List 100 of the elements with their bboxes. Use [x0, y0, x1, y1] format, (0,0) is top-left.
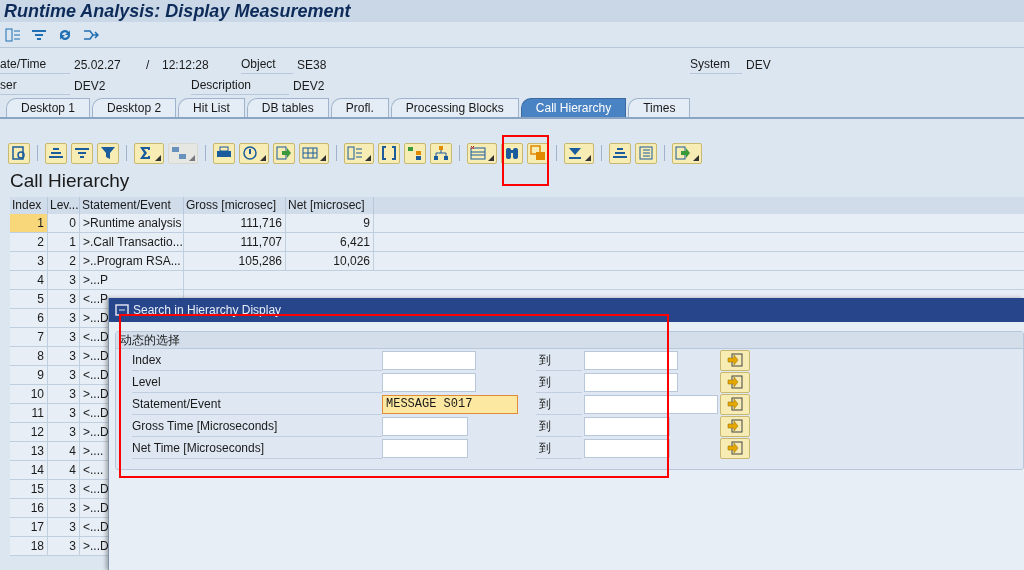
field-value: 25.02.27: [74, 56, 122, 74]
toolbar-button[interactable]: [8, 142, 30, 164]
caret-icon: [693, 154, 699, 161]
caret-icon: [365, 154, 371, 161]
multiple-selection-button[interactable]: [720, 415, 750, 437]
layout-icon: [5, 26, 21, 43]
multiple-selection-button[interactable]: [720, 371, 750, 393]
table-icon: [470, 145, 486, 161]
dialog-icon: [115, 304, 129, 316]
table-cell: 3: [48, 404, 80, 422]
tab[interactable]: Processing Blocks: [390, 98, 519, 117]
tab[interactable]: Profl.: [330, 98, 389, 117]
multiple-selection-button[interactable]: [720, 393, 750, 415]
field-value: DEV2: [293, 77, 326, 95]
table-cell: 3: [48, 328, 80, 346]
table-cell: 15: [10, 480, 48, 498]
input-field[interactable]: [382, 350, 476, 370]
arrow-into-page-icon: [727, 441, 743, 455]
toolbar-button[interactable]: [609, 142, 631, 164]
arrow-into-page-icon: [727, 353, 743, 367]
caret-icon: [260, 154, 266, 161]
toolbar-button[interactable]: [71, 142, 93, 164]
table-cell: >..Program RSA...: [80, 252, 184, 270]
multiple-selection-button[interactable]: [720, 349, 750, 371]
field-label: Net Time [Microseconds]: [132, 437, 382, 459]
table-icon: [302, 145, 318, 161]
group-title: 动态的选择: [116, 332, 1023, 349]
table-cell: 10: [10, 385, 48, 403]
field-label: Gross Time [Microseconds]: [132, 415, 382, 437]
table-cell: 3: [48, 309, 80, 327]
table-cell: 13: [10, 442, 48, 460]
toolbar-button[interactable]: [45, 142, 67, 164]
toolbar-button[interactable]: [378, 142, 400, 164]
tab[interactable]: Desktop 2: [92, 98, 177, 117]
toolbar-button[interactable]: [213, 142, 235, 164]
input-field[interactable]: [584, 350, 678, 370]
toolbar-button[interactable]: [672, 142, 702, 164]
multiple-selection-button[interactable]: [720, 437, 750, 459]
input-field[interactable]: [382, 372, 476, 392]
table-cell: 4: [10, 271, 48, 289]
toolbar-button[interactable]: [467, 142, 497, 164]
toolbar-button[interactable]: [134, 142, 164, 164]
input-field[interactable]: [382, 438, 468, 458]
subtotal-icon: [171, 145, 187, 161]
collapse-icon: [567, 145, 583, 161]
table-cell: 3: [48, 499, 80, 517]
table-cell: >...P: [80, 271, 184, 289]
tab[interactable]: DB tables: [246, 98, 329, 117]
caret-icon: [488, 154, 494, 161]
tab[interactable]: Desktop 1: [6, 98, 91, 117]
toolbar-button[interactable]: [299, 142, 329, 164]
tab[interactable]: Hit List: [178, 98, 245, 117]
input-field[interactable]: [584, 372, 678, 392]
arrow-into-page-icon: [675, 145, 691, 161]
toolbar-button[interactable]: [97, 142, 119, 164]
field-label: Statement/Event: [132, 393, 382, 415]
sigma-icon: [137, 145, 153, 161]
table-cell: 12: [10, 423, 48, 441]
toolbar-button[interactable]: [430, 142, 452, 164]
arrow-into-page-icon: [727, 397, 743, 411]
field-value: SE38: [297, 56, 328, 74]
table-cell: 16: [10, 499, 48, 517]
toolbar-button[interactable]: [501, 142, 523, 164]
input-field[interactable]: [584, 438, 670, 458]
field-value: 12:12:28: [162, 56, 210, 74]
table-cell: >.Call Transactio...: [80, 233, 184, 251]
section-title: Call Hierarchy: [9, 169, 131, 193]
input-field[interactable]: [382, 416, 468, 436]
field-label: ser: [0, 76, 70, 95]
list-icon: [638, 145, 654, 161]
toolbar-button[interactable]: [344, 142, 374, 164]
to-label: 到: [536, 437, 582, 459]
table-cell: 9: [10, 366, 48, 384]
table-cell: 3: [48, 385, 80, 403]
toolbar-button[interactable]: [239, 142, 269, 164]
table-cell: 17: [10, 518, 48, 536]
table-cell: 3: [48, 423, 80, 441]
caret-icon: [189, 154, 195, 161]
table-cell: 111,707: [184, 233, 286, 251]
field-value: DEV2: [74, 77, 107, 95]
input-field[interactable]: [584, 416, 670, 436]
table-cell: 0: [48, 214, 80, 232]
table-cell: 3: [48, 290, 80, 308]
input-field[interactable]: MESSAGE S017: [382, 394, 518, 414]
table-cell: 1: [48, 233, 80, 251]
tab[interactable]: Call Hierarchy: [520, 98, 627, 117]
magnifier-icon: [11, 145, 27, 161]
tab[interactable]: Times: [628, 98, 691, 117]
table-cell: 8: [10, 347, 48, 365]
toolbar-button[interactable]: [404, 142, 426, 164]
field-label: Index: [132, 349, 382, 371]
table-cell: 2: [10, 233, 48, 251]
table-cell: 3: [48, 347, 80, 365]
table-cell: 3: [48, 537, 80, 555]
field-label: Level: [132, 371, 382, 393]
table-cell: 6,421: [286, 233, 374, 251]
arrow-into-page-icon: [276, 145, 292, 161]
toolbar-button[interactable]: [564, 142, 594, 164]
input-field[interactable]: [584, 394, 718, 414]
table-cell: 14: [10, 461, 48, 479]
